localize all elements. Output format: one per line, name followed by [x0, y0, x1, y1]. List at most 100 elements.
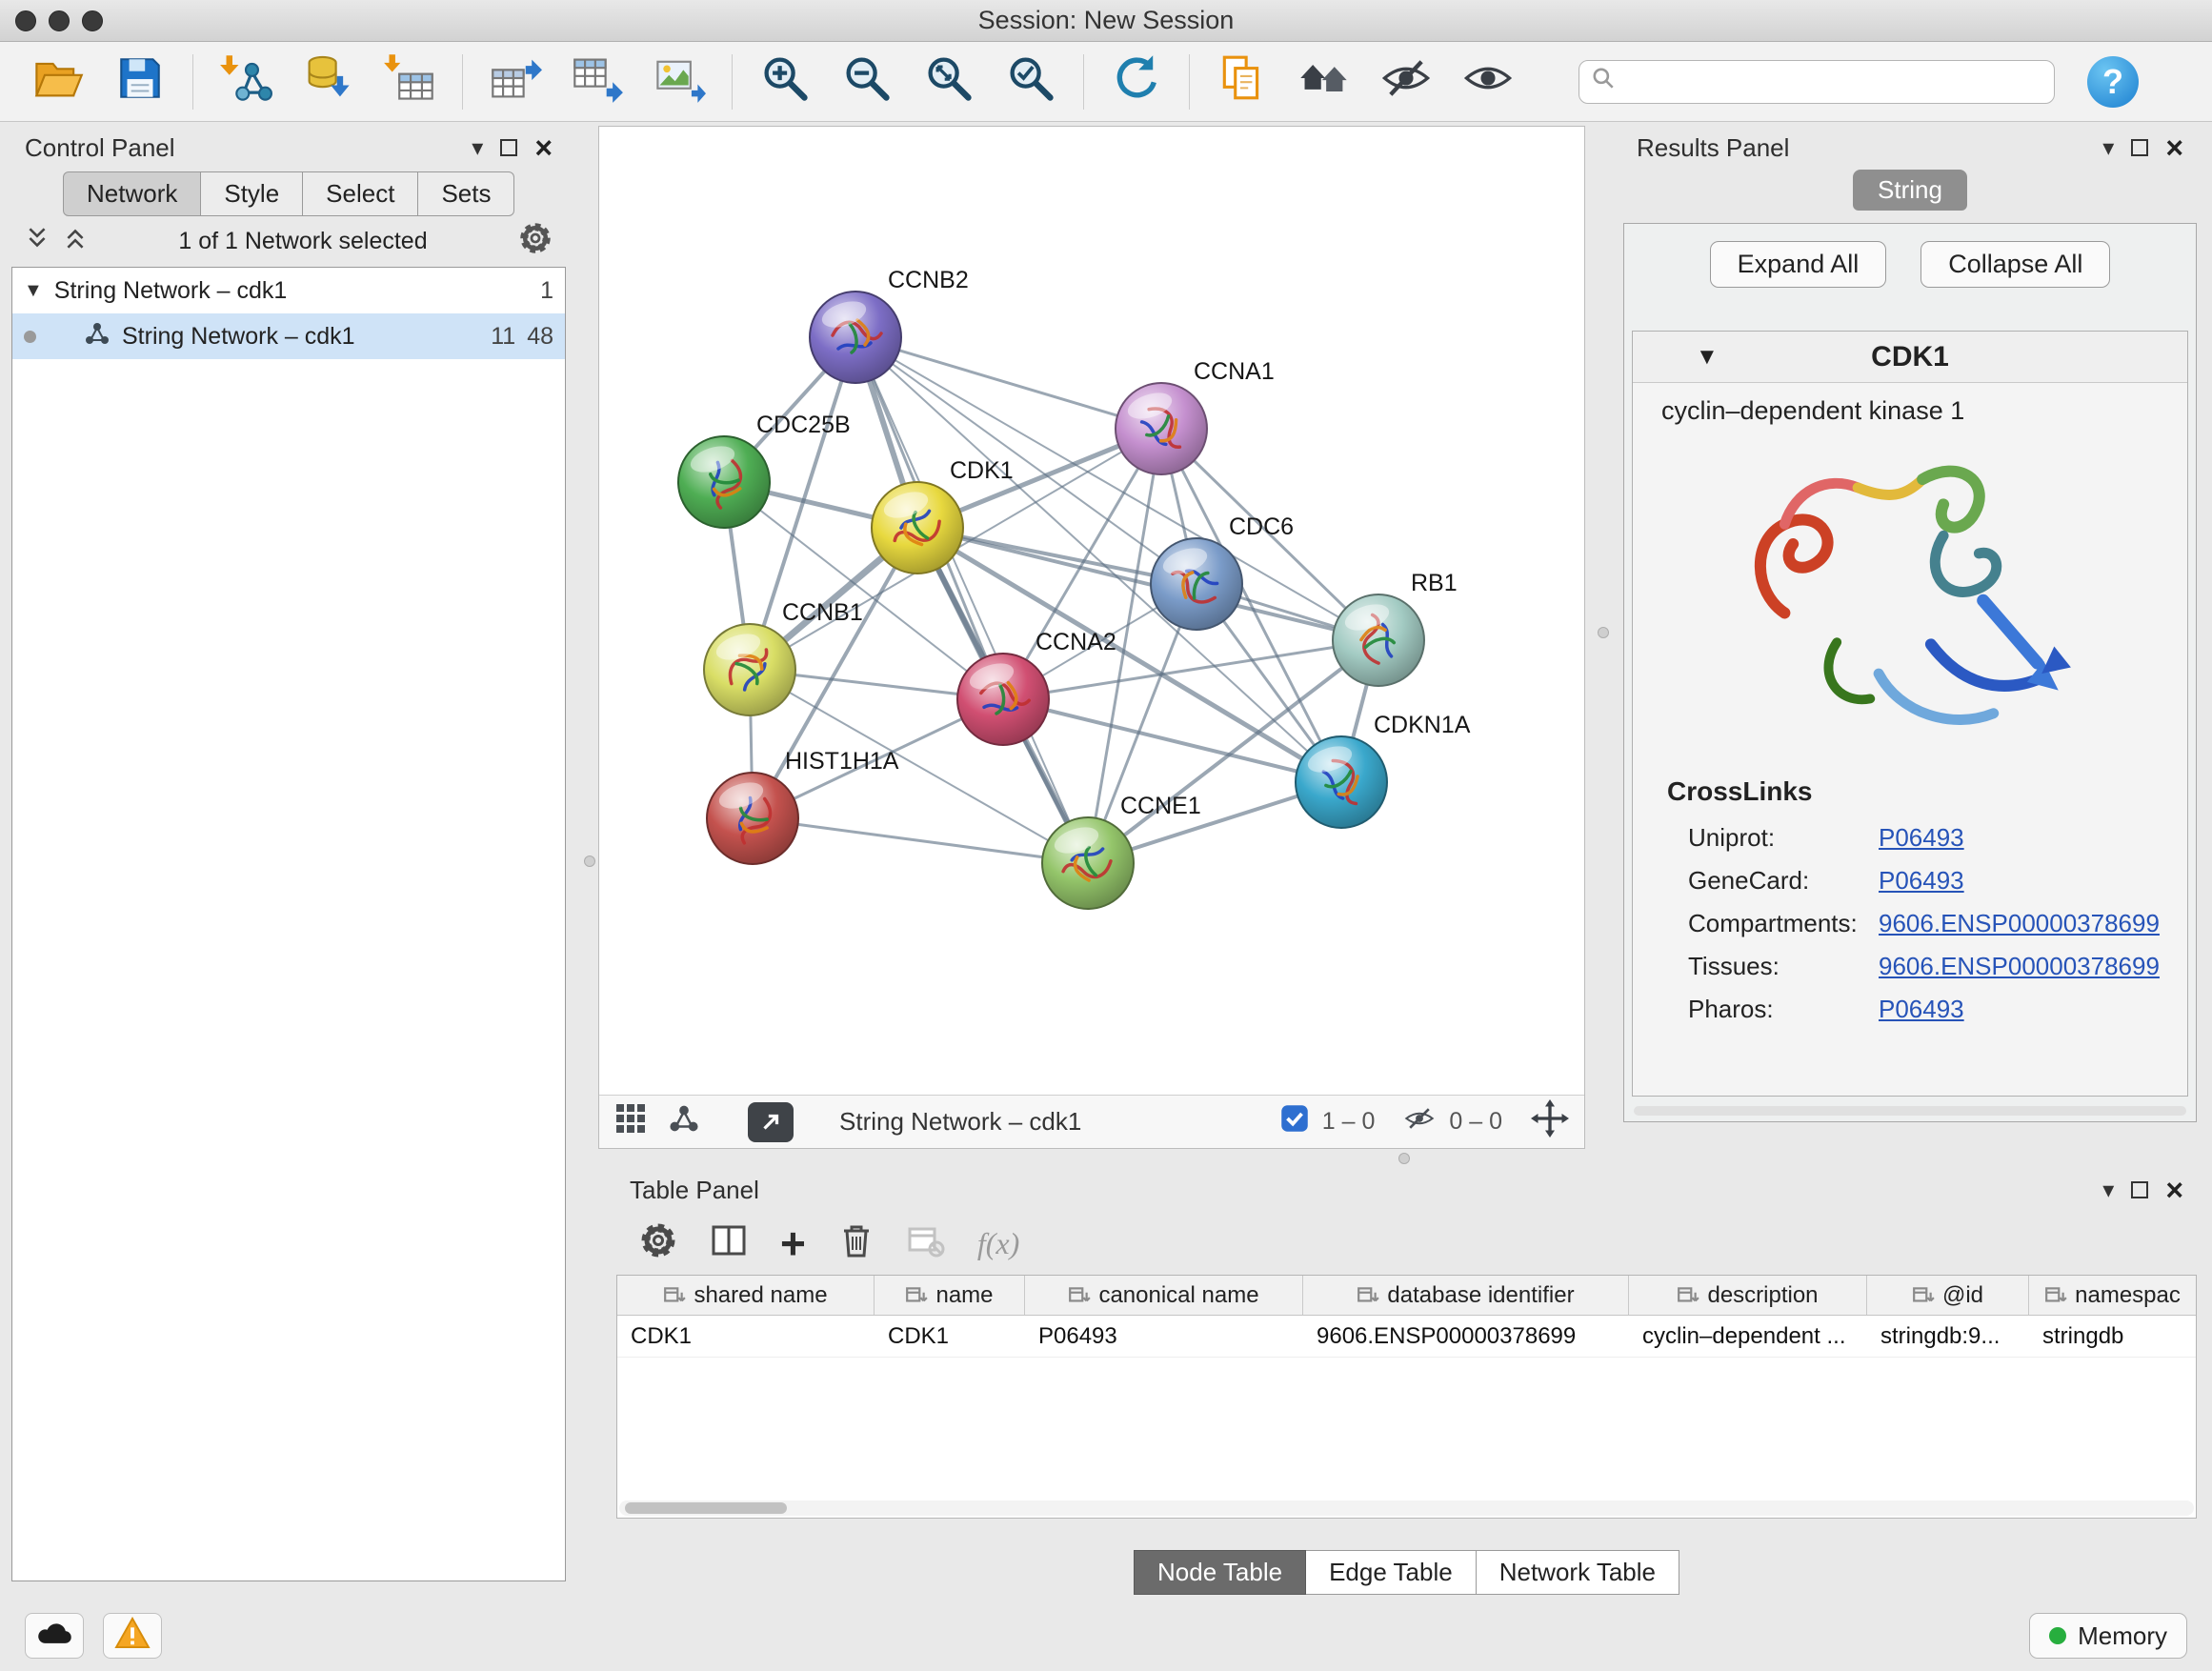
close-window-button[interactable]: [15, 10, 36, 31]
toolbar-search[interactable]: [1579, 60, 2055, 104]
table-row[interactable]: CDK1 CDK1 P06493 9606.ENSP00000378699 cy…: [617, 1316, 2196, 1358]
network-edge[interactable]: [917, 528, 1378, 640]
close-panel-icon[interactable]: ×: [2165, 138, 2183, 157]
column-header-description[interactable]: description: [1629, 1276, 1867, 1315]
save-session-button[interactable]: [99, 50, 181, 113]
close-panel-icon[interactable]: ×: [2165, 1180, 2183, 1199]
tab-select[interactable]: Select: [303, 171, 418, 216]
tab-style[interactable]: Style: [201, 171, 303, 216]
memory-button[interactable]: Memory: [2029, 1613, 2187, 1659]
panel-menu-icon[interactable]: ▾: [472, 134, 483, 162]
export-image-button[interactable]: [638, 50, 720, 113]
network-node-CDC25B[interactable]: [678, 436, 770, 528]
tissues-link[interactable]: 9606.ENSP00000378699: [1879, 952, 2160, 981]
close-panel-icon[interactable]: ×: [534, 138, 553, 157]
float-panel-icon[interactable]: [2131, 1181, 2148, 1198]
column-header-name[interactable]: name: [875, 1276, 1025, 1315]
network-edge[interactable]: [753, 818, 1088, 863]
network-canvas[interactable]: CCNB2CCNA1CDC25BCDK1CDC6RB1CCNB1CCNA2CDK…: [599, 127, 1584, 1095]
cloud-status-button[interactable]: [25, 1613, 84, 1659]
tab-network[interactable]: Network: [63, 171, 201, 216]
network-node-RB1[interactable]: [1333, 594, 1424, 686]
import-network-database-button[interactable]: [287, 50, 369, 113]
tree-expand-icon[interactable]: ▼: [24, 280, 43, 302]
expand-all-icon[interactable]: [63, 226, 88, 257]
pharos-link[interactable]: P06493: [1879, 995, 1964, 1024]
table-settings-gear-icon[interactable]: [639, 1221, 677, 1266]
scrollbar-thumb[interactable]: [625, 1502, 787, 1514]
uniprot-link[interactable]: P06493: [1879, 823, 1964, 853]
network-node-CDK1[interactable]: [872, 482, 963, 574]
network-overview-icon[interactable]: [668, 1102, 700, 1141]
column-header-canonical-name[interactable]: canonical name: [1025, 1276, 1303, 1315]
delete-column-trash-icon[interactable]: [838, 1221, 875, 1266]
zoom-fit-button[interactable]: [908, 50, 990, 113]
cell-description[interactable]: cyclin–dependent ...: [1629, 1316, 1867, 1357]
genecard-link[interactable]: P06493: [1879, 866, 1964, 896]
cell-shared-name[interactable]: CDK1: [617, 1316, 875, 1357]
collapse-section-icon[interactable]: ▼: [1696, 344, 1719, 371]
add-column-icon[interactable]: +: [780, 1224, 806, 1262]
zoom-window-button[interactable]: [82, 10, 103, 31]
tab-node-table[interactable]: Node Table: [1134, 1550, 1306, 1595]
table-horizontal-scrollbar[interactable]: [619, 1500, 2194, 1516]
gene-section-header[interactable]: ▼ CDK1: [1633, 332, 2187, 383]
panel-menu-icon[interactable]: ▾: [2102, 134, 2114, 162]
collapse-all-icon[interactable]: [25, 226, 50, 257]
expand-all-button[interactable]: Expand All: [1710, 241, 1887, 288]
splitter-handle[interactable]: [1398, 1153, 1410, 1164]
export-network-button[interactable]: [474, 50, 556, 113]
network-node-CCNB2[interactable]: [810, 292, 901, 383]
export-table-button[interactable]: [556, 50, 638, 113]
home-button[interactable]: [1283, 50, 1365, 113]
grid-view-icon[interactable]: [614, 1102, 647, 1141]
search-input[interactable]: [1616, 69, 2042, 95]
network-edge[interactable]: [855, 337, 1161, 429]
cell-name[interactable]: CDK1: [875, 1316, 1025, 1357]
network-node-CCNE1[interactable]: [1042, 817, 1134, 909]
network-row[interactable]: String Network – cdk1 11 48: [12, 313, 565, 359]
pan-crosshair-icon[interactable]: [1531, 1099, 1569, 1144]
network-collection-row[interactable]: ▼ String Network – cdk1 1: [12, 268, 565, 313]
zoom-in-button[interactable]: [744, 50, 826, 113]
zoom-selected-button[interactable]: [990, 50, 1072, 113]
cell-namespace[interactable]: stringdb: [2029, 1316, 2196, 1357]
network-node-CDKN1A[interactable]: [1296, 736, 1387, 828]
compartments-link[interactable]: 9606.ENSP00000378699: [1879, 909, 2160, 938]
collapse-all-button[interactable]: Collapse All: [1920, 241, 2110, 288]
column-header-id[interactable]: @id: [1867, 1276, 2029, 1315]
open-session-button[interactable]: [17, 50, 99, 113]
column-header-shared-name[interactable]: shared name: [617, 1276, 875, 1315]
import-table-button[interactable]: [369, 50, 451, 113]
splitter-handle[interactable]: [1598, 627, 1609, 638]
tab-sets[interactable]: Sets: [418, 171, 514, 216]
network-edge[interactable]: [855, 337, 1088, 863]
warnings-button[interactable]: [103, 1613, 162, 1659]
import-network-file-button[interactable]: [205, 50, 287, 113]
node-selection-checkbox[interactable]: [1280, 1104, 1309, 1139]
cell-id[interactable]: stringdb:9...: [1867, 1316, 2029, 1357]
gear-icon[interactable]: [518, 221, 553, 262]
minimize-window-button[interactable]: [49, 10, 70, 31]
detach-view-button[interactable]: [748, 1102, 794, 1142]
zoom-out-button[interactable]: [826, 50, 908, 113]
tab-edge-table[interactable]: Edge Table: [1306, 1550, 1477, 1595]
cell-database-identifier[interactable]: 9606.ENSP00000378699: [1303, 1316, 1629, 1357]
network-node-CCNA1[interactable]: [1116, 383, 1207, 474]
cell-canonical-name[interactable]: P06493: [1025, 1316, 1303, 1357]
results-scrollbar[interactable]: [1634, 1106, 2186, 1116]
column-header-database-identifier[interactable]: database identifier: [1303, 1276, 1629, 1315]
network-node-CCNA2[interactable]: [957, 654, 1049, 745]
hide-selected-button[interactable]: [1365, 50, 1447, 113]
refresh-button[interactable]: [1096, 50, 1177, 113]
float-panel-icon[interactable]: [500, 139, 517, 156]
network-node-CDC6[interactable]: [1151, 538, 1242, 630]
help-button[interactable]: ?: [2087, 56, 2139, 108]
select-columns-icon[interactable]: [710, 1221, 748, 1266]
panel-menu-icon[interactable]: ▾: [2102, 1177, 2114, 1204]
splitter-handle[interactable]: [584, 856, 595, 867]
float-panel-icon[interactable]: [2131, 139, 2148, 156]
hidden-eye-slash-icon[interactable]: [1403, 1102, 1436, 1141]
copy-button[interactable]: [1201, 50, 1283, 113]
show-all-button[interactable]: [1447, 50, 1529, 113]
